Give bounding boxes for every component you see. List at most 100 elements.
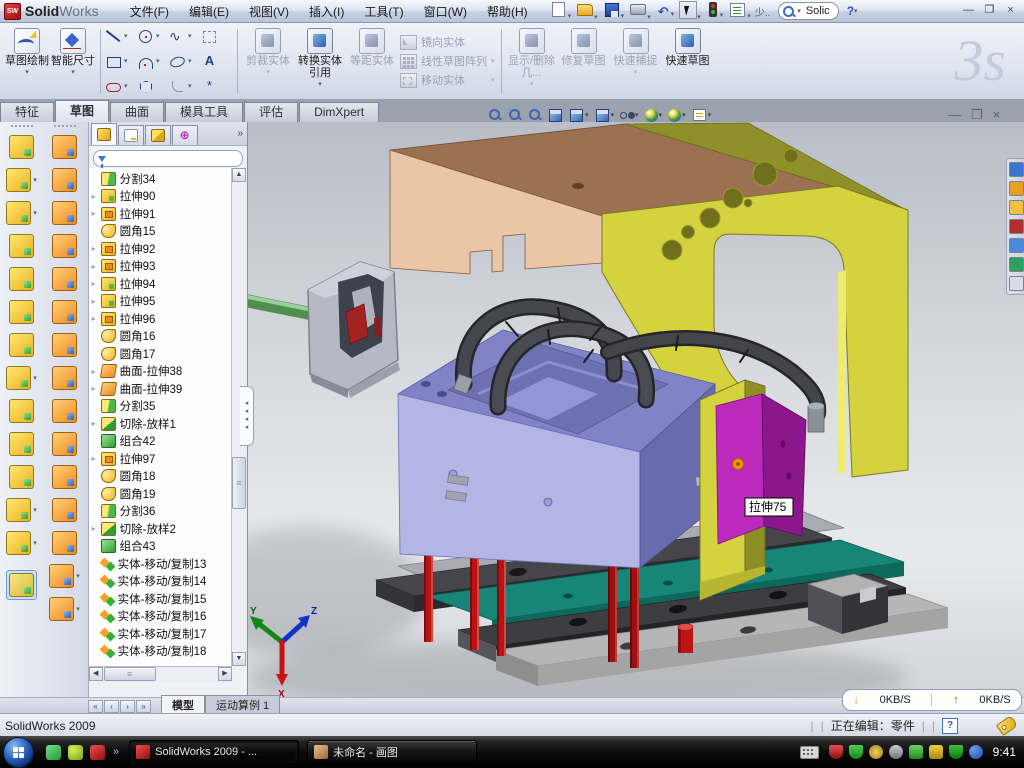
messenger-icon[interactable] — [46, 745, 61, 760]
tool-extruded-boss[interactable] — [9, 267, 34, 291]
sketch-tool-arc[interactable]: ▾ — [137, 49, 169, 73]
tree-item[interactable]: 分割35 — [89, 398, 232, 416]
scroll-right-button[interactable]: ▶ — [218, 667, 232, 681]
tool-lofted-surface[interactable] — [52, 234, 77, 258]
expand-arrow-icon[interactable]: ▸ — [92, 279, 101, 288]
part-magenta-insert-block[interactable] — [716, 394, 806, 544]
toolbar-grip[interactable] — [11, 125, 33, 131]
tree-item[interactable]: 实体-移动/复制17 — [89, 625, 232, 643]
tool-reference-axis[interactable]: ▾ — [6, 498, 37, 522]
part-gray-die-block[interactable] — [308, 262, 400, 398]
tool-extend-surface[interactable] — [52, 531, 77, 555]
button-sketch[interactable]: 草图绘制▾ — [4, 25, 50, 97]
menu-item[interactable]: 编辑(E) — [180, 1, 238, 22]
file-explorer-icon[interactable] — [1009, 200, 1024, 215]
help-button[interactable]: ? — [847, 4, 854, 18]
appearances-icon[interactable] — [1009, 257, 1024, 272]
doc-restore-button[interactable]: ❐ — [971, 107, 983, 123]
tab-feature-manager[interactable] — [91, 123, 117, 145]
tab-草图[interactable]: 草图 — [55, 100, 109, 122]
select-arrow-button[interactable]: ▾ — [679, 1, 703, 22]
network-signal-icon[interactable] — [909, 745, 923, 759]
wireless-warning-icon[interactable] — [929, 745, 943, 759]
expand-arrow-icon[interactable]: ▸ — [92, 244, 101, 253]
tree-item[interactable]: 圆角15 — [89, 223, 232, 241]
tree-item[interactable]: ▸拉伸96 — [89, 310, 232, 328]
tool-measure[interactable] — [6, 570, 37, 600]
tool-replace-face[interactable] — [52, 465, 77, 489]
tool-delete-face[interactable] — [52, 498, 77, 522]
design-library-icon[interactable] — [1009, 181, 1024, 196]
custom-properties-icon[interactable] — [1009, 276, 1024, 291]
tool-combine-bodies[interactable] — [9, 399, 34, 423]
start-button[interactable] — [3, 737, 34, 768]
tab-特征[interactable]: 特征 — [0, 102, 54, 122]
tree-item[interactable]: ▸曲面-拉伸38 — [89, 363, 232, 381]
tool-split-body[interactable] — [9, 135, 34, 159]
sketch-tool-text[interactable]: A — [201, 49, 233, 73]
tree-item[interactable]: ▸拉伸91 — [89, 205, 232, 223]
network-speed-widget[interactable]: ↓ 0KB/S ↑ 0KB/S — [842, 689, 1022, 711]
tool-fillet[interactable]: ▾ — [6, 201, 37, 225]
chevron-down-icon[interactable]: ▾ — [797, 7, 801, 15]
model-tab-模型[interactable]: 模型 — [161, 695, 205, 714]
stoplight-button[interactable]: ▾ — [706, 2, 726, 20]
sync-blocked-icon[interactable] — [969, 745, 983, 759]
expand-arrow-icon[interactable]: ▸ — [92, 262, 101, 271]
button-move-entities[interactable]: 移动实体▾ — [400, 72, 497, 88]
open-button[interactable]: ▾ — [576, 1, 600, 22]
design-checker-button[interactable]: ▾ — [728, 2, 753, 21]
menu-item[interactable]: 插入(I) — [300, 1, 353, 22]
undo-button[interactable]: ↶▾ — [656, 4, 677, 19]
help-dropdown-icon[interactable]: ▾ — [854, 7, 858, 15]
hide-show-items-button[interactable]: ▾ — [620, 108, 639, 122]
menu-item[interactable]: 窗口(W) — [415, 1, 476, 22]
tool-swept-surface[interactable] — [52, 135, 77, 159]
taskbar-task[interactable]: SolidWorks 2009 - ... — [129, 740, 299, 764]
scrollbar-thumb[interactable] — [104, 667, 156, 681]
panel-overflow-chevron[interactable]: » — [237, 128, 243, 139]
tool-knit-surface[interactable] — [52, 366, 77, 390]
tool-move-copy-body[interactable] — [9, 465, 34, 489]
tree-filter-input[interactable] — [93, 150, 243, 167]
tree-horizontal-scrollbar[interactable]: ◀ ▶ — [89, 666, 232, 682]
search-input[interactable]: Solic — [806, 5, 830, 17]
tool-swept-cut[interactable] — [9, 234, 34, 258]
tool-freeform[interactable] — [52, 432, 77, 456]
tool-thicken[interactable] — [52, 399, 77, 423]
scrollbar-thumb[interactable] — [232, 457, 246, 509]
button-mirror-entities[interactable]: 镜向实体 — [400, 34, 497, 50]
edit-appearance-button[interactable]: ▾ — [645, 109, 663, 122]
tool-intersect-bodies[interactable] — [9, 432, 34, 456]
tree-item[interactable]: ▸拉伸92 — [89, 240, 232, 258]
home-icon[interactable] — [1009, 162, 1024, 177]
sketch-tool-sketch-fillet[interactable]: ▾ — [169, 74, 201, 98]
expand-arrow-icon[interactable]: ▸ — [92, 297, 101, 306]
restore-button[interactable]: ❐ — [981, 4, 998, 18]
tool-curve-through-points[interactable]: ▾ — [49, 597, 80, 621]
scroll-down-button[interactable]: ▼ — [232, 652, 246, 666]
menu-item[interactable]: 帮助(H) — [478, 1, 537, 22]
previous-frame-button[interactable]: ‹ — [104, 700, 119, 713]
keyboard-layout-icon[interactable] — [800, 746, 819, 759]
expand-arrow-icon[interactable]: ▸ — [92, 384, 101, 393]
tree-item[interactable]: 实体-移动/复制16 — [89, 608, 232, 626]
view-palette-icon[interactable] — [1009, 238, 1024, 253]
tab-configuration-manager[interactable] — [145, 125, 171, 145]
view-orientation-button[interactable]: ▾ — [569, 108, 589, 123]
toolbar-grip[interactable] — [54, 125, 76, 131]
button-offset-entities[interactable]: 等距实体 — [346, 25, 398, 97]
button-quick-snaps[interactable]: 快速捕捉▾ — [610, 25, 662, 97]
tab-dimxpert-manager[interactable]: ⊕ — [172, 125, 198, 145]
button-display-delete-relations[interactable]: 显示/删除几...▾ — [506, 25, 558, 97]
sketch-tool-point[interactable]: * — [201, 74, 233, 98]
solidworks-icon[interactable] — [90, 745, 105, 760]
volume-icon[interactable] — [889, 745, 903, 759]
tree-item[interactable]: 实体-移动/复制15 — [89, 590, 232, 608]
tab-property-manager[interactable] — [118, 125, 144, 145]
defender-shield-icon[interactable] — [949, 745, 963, 759]
minimize-button[interactable]: — — [960, 4, 977, 18]
last-frame-button[interactable]: » — [136, 700, 151, 713]
sketch-tool-spline[interactable]: ∿▾ — [169, 24, 201, 48]
tree-item[interactable]: 分割36 — [89, 503, 232, 521]
